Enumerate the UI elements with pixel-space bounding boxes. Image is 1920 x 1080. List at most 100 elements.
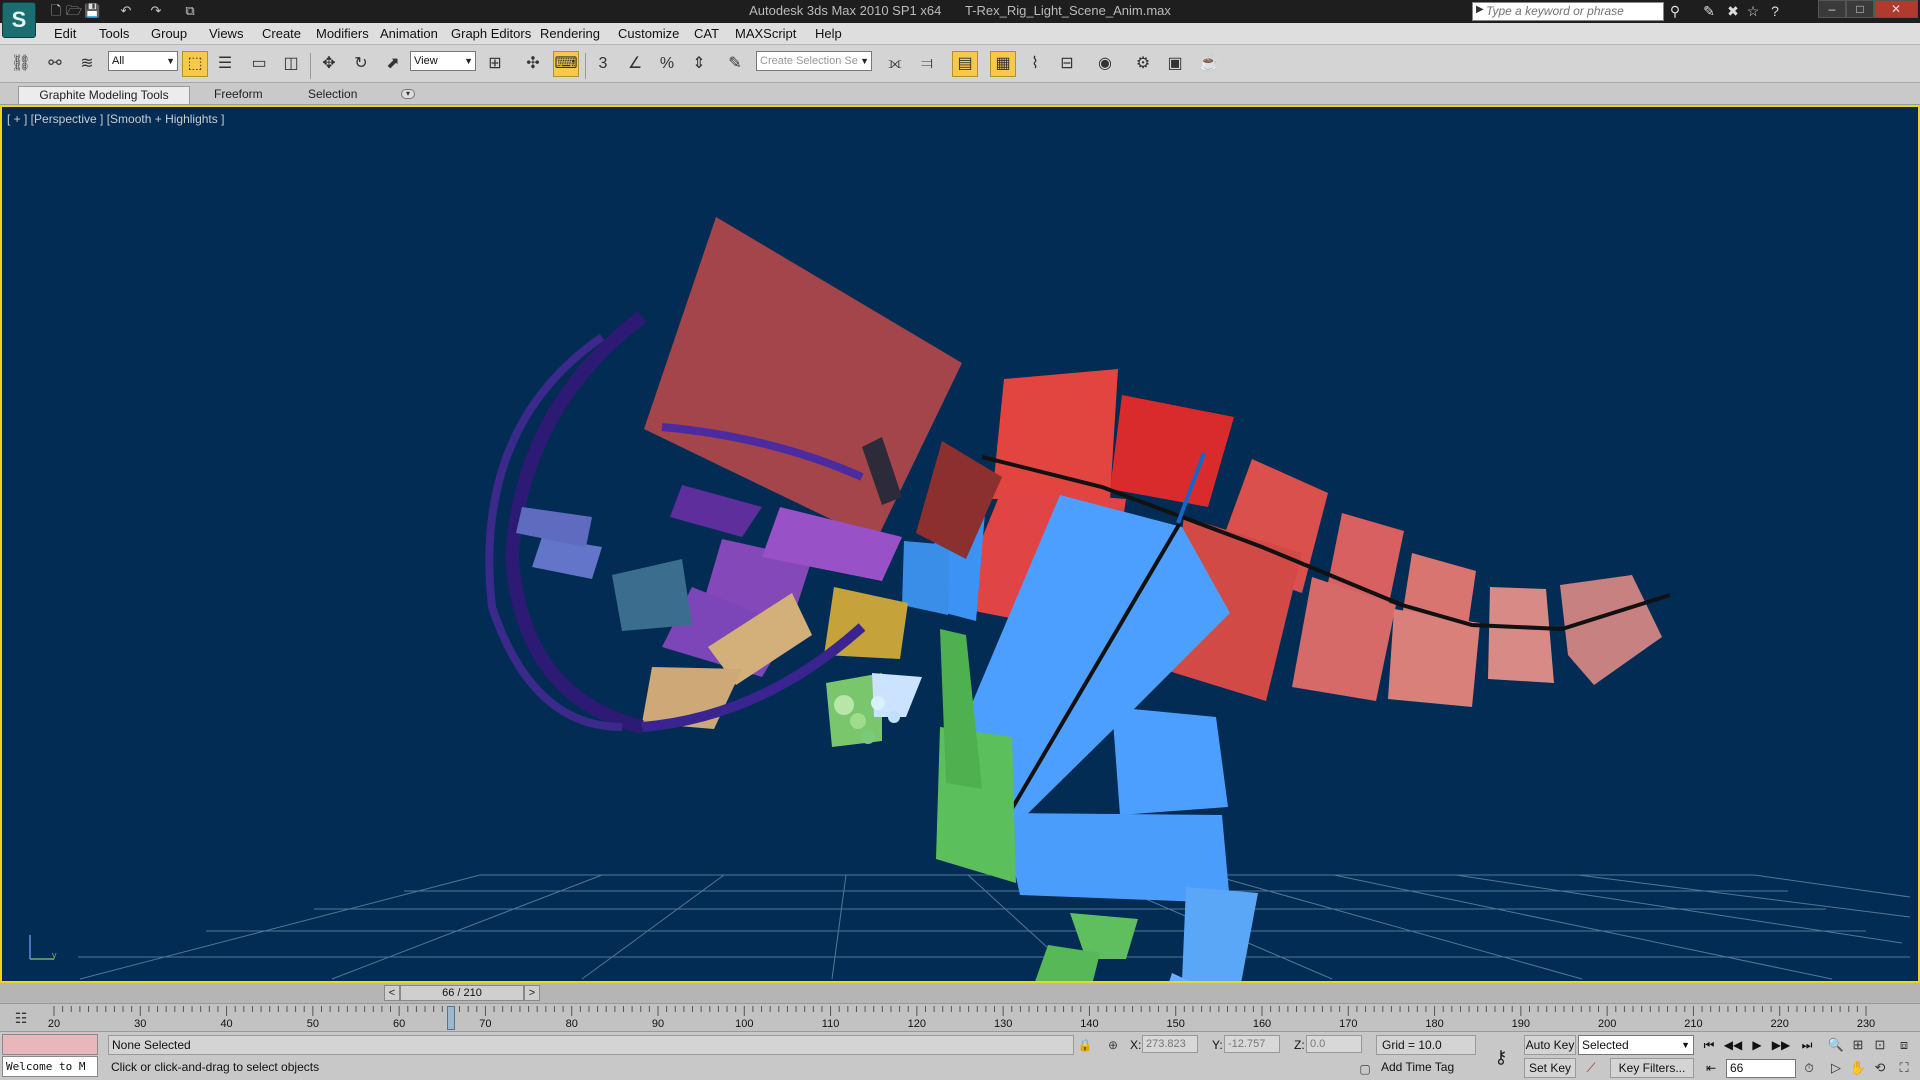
absolute-mode-transform-icon[interactable]: ⊕	[1104, 1036, 1122, 1054]
menu-maxscript[interactable]: MAXScript	[735, 26, 796, 41]
select-by-name-icon[interactable]: ☰	[212, 51, 238, 77]
set-keys-key-icon[interactable]: ⚷	[1486, 1046, 1516, 1068]
application-button[interactable]: S	[2, 2, 36, 38]
menu-rendering[interactable]: Rendering	[540, 26, 600, 41]
menu-help[interactable]: Help	[815, 26, 842, 41]
maxscript-output[interactable]: Welcome to M	[2, 1056, 98, 1077]
named-selection-set-dropdown[interactable]: Create Selection Se ▼	[756, 51, 872, 71]
menu-tools[interactable]: Tools	[99, 26, 129, 41]
unlink-selection-icon[interactable]: ⚯	[42, 51, 68, 77]
close-button[interactable]: ✕	[1874, 0, 1918, 18]
menu-customize[interactable]: Customize	[618, 26, 679, 41]
zoom-extents-icon[interactable]: ⊡	[1870, 1035, 1890, 1055]
schematic-view-icon[interactable]: ⊟	[1054, 51, 1080, 77]
track-bar[interactable]: ☷ 20 30 40 50 60 70 80 90 100 110 120 130 140 150 160 1…	[0, 1003, 1920, 1031]
mirror-icon[interactable]: ⟗	[882, 51, 908, 77]
default-in-out-tangent-icon[interactable]: ⟋	[1580, 1059, 1602, 1077]
y-coord-field[interactable]: -12.757	[1224, 1035, 1280, 1053]
key-mode-dropdown[interactable]: Selected ▼	[1578, 1035, 1694, 1055]
angle-snap-toggle-icon[interactable]: ∠	[622, 51, 648, 77]
go-to-start-icon[interactable]: ⏮	[1698, 1036, 1720, 1054]
select-and-move-icon[interactable]: ✥	[316, 51, 342, 77]
menu-animation[interactable]: Animation	[380, 26, 438, 41]
rectangular-selection-region-icon[interactable]: ▭	[246, 51, 272, 77]
help-icon[interactable]: ?	[1766, 3, 1784, 20]
spinner-snap-toggle-icon[interactable]: ⇕	[686, 51, 712, 77]
select-and-scale-icon[interactable]: ⬈	[380, 51, 406, 77]
open-file-icon[interactable]: 🗁	[66, 3, 82, 19]
maximize-viewport-toggle-icon[interactable]: ⛶	[1894, 1058, 1914, 1078]
percent-snap-toggle-icon[interactable]: %	[654, 51, 680, 77]
use-pivot-point-center-icon[interactable]: ⊞	[482, 51, 508, 77]
redo-icon[interactable]: ↷	[148, 3, 164, 19]
communication-center-icon[interactable]: ✎	[1700, 3, 1718, 20]
zoom-icon[interactable]: 🔍	[1826, 1035, 1846, 1055]
select-and-rotate-icon[interactable]: ↻	[348, 51, 374, 77]
zoom-all-icon[interactable]: ⊞	[1848, 1035, 1868, 1055]
selection-lock-icon[interactable]: 🔒	[1076, 1036, 1094, 1054]
tab-freeform[interactable]: Freeform	[206, 86, 271, 104]
undo-icon[interactable]: ↶	[118, 3, 134, 19]
next-frame-icon[interactable]: ▶▶	[1770, 1036, 1792, 1054]
rendered-frame-window-icon[interactable]: ▣	[1162, 51, 1188, 77]
time-slider-prev-button[interactable]: <	[384, 985, 400, 1001]
minimize-button[interactable]: –	[1818, 0, 1846, 18]
ribbon-options-icon[interactable]: ▾	[401, 89, 415, 99]
render-production-icon[interactable]: ☕	[1196, 51, 1222, 77]
maximize-button[interactable]: □	[1846, 0, 1874, 18]
menu-create[interactable]: Create	[262, 26, 301, 41]
menu-views[interactable]: Views	[209, 26, 243, 41]
window-crossing-icon[interactable]: ◫	[278, 51, 304, 77]
edit-named-selection-sets-icon[interactable]: ✎	[722, 51, 748, 77]
binoculars-icon[interactable]: ⚲	[1666, 3, 1684, 20]
key-mode-toggle-icon[interactable]: ⇤	[1700, 1059, 1722, 1077]
previous-frame-icon[interactable]: ◀◀	[1722, 1036, 1744, 1054]
x-coord-field[interactable]: 273.823	[1142, 1035, 1198, 1053]
select-object-icon[interactable]: ⬚	[182, 51, 208, 77]
tab-selection[interactable]: Selection	[300, 86, 365, 104]
maxscript-listener-input[interactable]	[2, 1034, 98, 1055]
search-expand-icon[interactable]: ▶	[1476, 4, 1484, 15]
z-coord-field[interactable]: 0.0	[1306, 1035, 1362, 1053]
time-configuration-icon[interactable]: ⏱	[1798, 1059, 1820, 1077]
current-frame-field[interactable]: 66	[1726, 1059, 1796, 1078]
menu-cat[interactable]: CAT	[694, 26, 719, 41]
key-filters-button[interactable]: Key Filters...	[1610, 1058, 1694, 1078]
graphite-modeling-tools-toggle-icon[interactable]: ▦	[990, 51, 1016, 77]
add-time-tag-button[interactable]: Add Time Tag	[1376, 1058, 1476, 1078]
time-slider-next-button[interactable]: >	[524, 985, 540, 1001]
time-slider-thumb[interactable]: 66 / 210	[400, 985, 524, 1001]
orbit-icon[interactable]: ⟲	[1870, 1058, 1890, 1078]
field-of-view-icon[interactable]: ▷	[1826, 1058, 1846, 1078]
keyboard-shortcut-override-icon[interactable]: ⌨	[553, 51, 579, 77]
favorites-star-icon[interactable]: ☆	[1744, 3, 1762, 20]
play-animation-icon[interactable]: ▶	[1746, 1036, 1768, 1054]
perspective-viewport[interactable]: [ + ] [Perspective ] [Smooth + Highlight…	[0, 105, 1920, 983]
pan-view-icon[interactable]: ✋	[1848, 1058, 1868, 1078]
menu-edit[interactable]: Edit	[54, 26, 76, 41]
auto-key-button[interactable]: Auto Key	[1524, 1035, 1576, 1055]
bind-to-space-warp-icon[interactable]: ≋	[74, 51, 100, 77]
snaps-toggle-icon[interactable]: 3	[590, 51, 616, 77]
time-slider[interactable]: < 66 / 210 >	[0, 983, 1920, 1003]
reference-coordinate-dropdown[interactable]: View ▼	[410, 51, 476, 71]
project-folder-icon[interactable]: ⧉	[182, 3, 198, 19]
search-input[interactable]	[1486, 3, 1662, 19]
select-and-link-icon[interactable]: ⛓	[8, 51, 34, 77]
new-file-icon[interactable]: 🗋	[48, 3, 64, 19]
set-key-button[interactable]: Set Key	[1524, 1058, 1576, 1078]
menu-group[interactable]: Group	[151, 26, 187, 41]
save-icon[interactable]: 💾	[84, 3, 100, 19]
viewport-label[interactable]: [ + ] [Perspective ] [Smooth + Highlight…	[7, 112, 224, 126]
render-setup-icon[interactable]: ⚙	[1130, 51, 1156, 77]
current-frame-marker[interactable]	[446, 1006, 455, 1030]
subscription-center-icon[interactable]: ✖	[1724, 3, 1742, 20]
tab-graphite-modeling-tools[interactable]: Graphite Modeling Tools	[18, 86, 190, 104]
curve-editor-icon[interactable]: ⌇	[1022, 51, 1048, 77]
manage-layers-icon[interactable]: ▤	[952, 51, 978, 77]
go-to-end-icon[interactable]: ⏭	[1796, 1036, 1818, 1054]
zoom-extents-all-icon[interactable]: ⧈	[1894, 1035, 1914, 1055]
select-and-manipulate-icon[interactable]: ✣	[520, 51, 546, 77]
align-icon[interactable]: ⫤	[914, 51, 940, 77]
menu-graph-editors[interactable]: Graph Editors	[451, 26, 531, 41]
